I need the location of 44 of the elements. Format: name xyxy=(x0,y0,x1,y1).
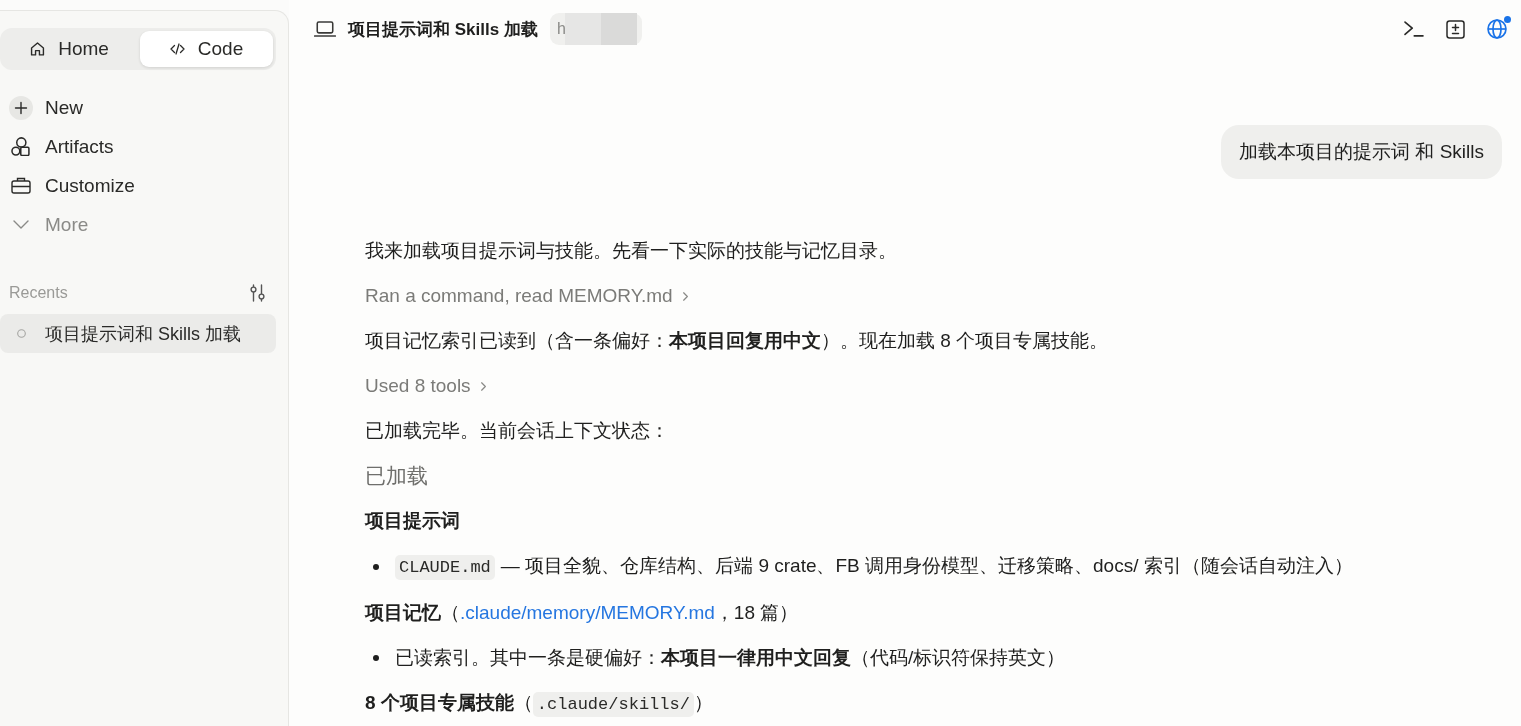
chevron-down-icon xyxy=(13,220,29,229)
bullet-icon xyxy=(373,655,379,661)
globe-button[interactable] xyxy=(1487,19,1511,39)
mode-tab[interactable]: Home xyxy=(3,31,136,67)
filter-button[interactable] xyxy=(250,284,265,302)
nav-item[interactable]: Customize xyxy=(0,166,276,205)
section-subheading: 8 个项目专属技能（ .claude/skills/ ） xyxy=(365,687,1502,721)
bullet-icon xyxy=(373,564,379,570)
section-subheading: 项目记忆（.claude/memory/MEMORY.md，18 篇） xyxy=(365,601,800,625)
recent-chat-item[interactable]: 项目提示词和 Skills 加载 xyxy=(0,314,276,353)
home-icon xyxy=(30,42,46,56)
mode-tab[interactable]: Code xyxy=(140,31,273,67)
message-paragraph: 我来加载项目提示词与技能。先看一下实际的技能与记忆目录。 xyxy=(365,239,898,263)
list-item-text: CLAUDE.md — 项目全貌、仓库结构、后端 9 crate、FB 调用身份模型、迁移策略、docs/ 索引（随会话自动注入） xyxy=(395,550,1353,584)
shapes-icon xyxy=(11,137,30,156)
tool-summary-button[interactable]: Used 8 tools xyxy=(365,370,486,402)
plus-icon xyxy=(9,95,33,120)
chevron-right-icon xyxy=(480,381,486,391)
section-subheading: 项目提示词 xyxy=(365,509,461,533)
tool-summary-button[interactable]: Ran a command, read MEMORY.md xyxy=(365,280,688,312)
inline-code: .claude/skills/ xyxy=(532,692,694,717)
inline-code: CLAUDE.md xyxy=(395,555,495,580)
section-label: Recents xyxy=(9,284,68,302)
nav-item[interactable]: New xyxy=(0,88,276,127)
chevron-right-icon xyxy=(682,291,688,301)
list-item-text: 已读索引。其中一条是硬偏好：本项目一律用中文回复（代码/标识符保持英文） xyxy=(395,646,1066,670)
code-icon xyxy=(169,42,185,56)
message-paragraph: 项目记忆索引已读到（含一条偏好：本项目回复用中文）。现在加载 8 个项目专属技能。 xyxy=(365,329,1110,353)
conversation-title: 项目提示词和 Skills 加载 xyxy=(348,18,538,41)
file-link[interactable]: .claude/memory/MEMORY.md xyxy=(460,602,715,623)
nav-item[interactable]: Artifacts xyxy=(0,127,276,166)
terminal-icon xyxy=(1404,21,1424,37)
section-heading: 已加载 xyxy=(365,463,429,489)
tag-chip: h xyxy=(549,13,642,45)
circle-icon xyxy=(17,329,26,338)
briefcase-icon xyxy=(11,177,31,194)
plus-minus-icon xyxy=(1446,19,1465,39)
diff-button[interactable] xyxy=(1446,19,1465,39)
laptop-icon xyxy=(314,21,336,37)
user-message-bubble: 加载本项目的提示词 和 Skills xyxy=(1221,125,1502,179)
sliders-icon xyxy=(250,284,265,302)
globe-icon xyxy=(1487,19,1507,39)
terminal-button[interactable] xyxy=(1404,21,1424,37)
message-paragraph: 已加载完毕。当前会话上下文状态： xyxy=(365,419,670,443)
